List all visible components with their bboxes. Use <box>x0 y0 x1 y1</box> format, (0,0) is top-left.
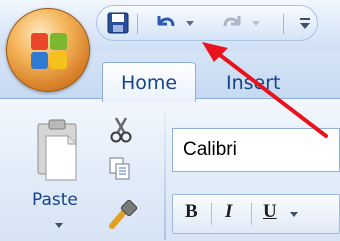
undo-dropdown-icon[interactable] <box>185 20 195 28</box>
underline-button[interactable]: U <box>263 201 277 223</box>
tab-home-label: Home <box>120 71 178 94</box>
format-separator <box>211 203 212 225</box>
redo-dropdown-icon[interactable] <box>251 20 261 28</box>
font-name-combobox[interactable]: Calibri <box>172 128 340 172</box>
customize-qat-icon[interactable] <box>299 17 311 31</box>
tab-insert-label: Insert <box>226 72 281 94</box>
italic-button[interactable]: I <box>225 201 232 223</box>
paste-dropdown-icon[interactable] <box>54 222 64 230</box>
undo-icon[interactable] <box>153 12 177 34</box>
redo-icon[interactable] <box>221 12 245 34</box>
bold-button[interactable]: B <box>185 201 198 223</box>
tab-home[interactable]: Home <box>102 62 196 102</box>
font-format-toolbar: B I U <box>172 194 340 234</box>
clipboard-icon[interactable] <box>34 118 84 182</box>
group-divider <box>164 112 166 240</box>
paintbrush-icon[interactable] <box>108 196 138 230</box>
copy-icon[interactable] <box>108 156 132 180</box>
font-name-value: Calibri <box>183 139 237 160</box>
office-button[interactable] <box>6 8 90 92</box>
underline-dropdown-icon[interactable] <box>289 211 299 219</box>
quick-access-toolbar <box>96 5 318 41</box>
qat-separator <box>137 14 138 34</box>
save-icon[interactable] <box>107 12 129 34</box>
office-logo-icon <box>29 31 69 71</box>
scissors-icon[interactable] <box>110 116 132 144</box>
paste-button[interactable]: Paste <box>32 190 78 210</box>
qat-separator <box>283 14 284 34</box>
tab-insert[interactable]: Insert <box>226 72 281 94</box>
format-separator <box>251 203 252 225</box>
